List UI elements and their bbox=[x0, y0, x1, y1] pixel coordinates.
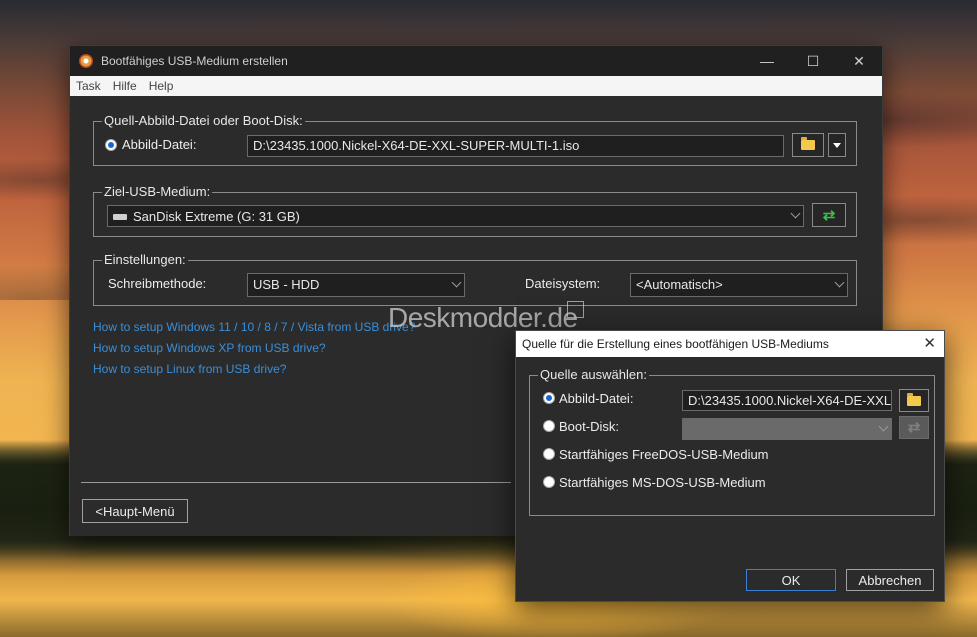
chevron-down-icon bbox=[878, 421, 889, 432]
refresh-icon: ⇄ bbox=[822, 206, 836, 224]
option-freedos-radio[interactable] bbox=[543, 448, 555, 460]
source-group: Quell-Abbild-Datei oder Boot-Disk: Abbil… bbox=[93, 113, 857, 166]
dropdown-arrow-icon bbox=[833, 142, 841, 148]
link-setup-windows-xp[interactable]: How to setup Windows XP from USB drive? bbox=[93, 341, 326, 355]
browse-image-button[interactable] bbox=[792, 133, 824, 157]
window-title: Bootfähiges USB-Medium erstellen bbox=[101, 54, 288, 68]
target-group-label: Ziel-USB-Medium: bbox=[102, 184, 213, 199]
source-group-label: Quell-Abbild-Datei oder Boot-Disk: bbox=[102, 113, 305, 128]
settings-group-label: Einstellungen: bbox=[102, 252, 188, 267]
link-setup-windows-11[interactable]: How to setup Windows 11 / 10 / 8 / 7 / V… bbox=[93, 320, 415, 334]
menu-help[interactable]: Help bbox=[149, 79, 174, 93]
maximize-icon: ☐ bbox=[806, 52, 820, 69]
minimize-icon: — bbox=[760, 53, 774, 69]
menu-bar: Task Hilfe Help bbox=[70, 76, 882, 96]
write-method-label: Schreibmethode: bbox=[108, 276, 207, 291]
option-image-file-radio[interactable] bbox=[543, 392, 555, 404]
chevron-down-icon bbox=[834, 277, 845, 288]
option-freedos-label: Startfähiges FreeDOS-USB-Medium bbox=[559, 447, 769, 462]
dialog-browse-button[interactable] bbox=[899, 389, 929, 412]
target-drive-value: SanDisk Extreme (G: 31 GB) bbox=[133, 209, 300, 224]
write-method-select[interactable]: USB - HDD bbox=[247, 273, 465, 297]
bottom-separator bbox=[81, 482, 511, 483]
source-image-radio[interactable] bbox=[105, 139, 117, 151]
dialog-ok-button[interactable]: OK bbox=[746, 569, 836, 591]
dialog-boot-disk-select[interactable] bbox=[682, 418, 892, 440]
option-boot-disk-label: Boot-Disk: bbox=[559, 419, 619, 434]
option-image-file-label: Abbild-Datei: bbox=[559, 391, 634, 406]
source-image-label: Abbild-Datei: bbox=[122, 137, 197, 152]
settings-group: Einstellungen: Schreibmethode: USB - HDD… bbox=[93, 252, 857, 306]
source-select-group: Quelle auswählen: Abbild-Datei: D:\23435… bbox=[529, 367, 935, 516]
refresh-drives-button[interactable]: ⇄ bbox=[812, 203, 846, 227]
filesystem-label: Dateisystem: bbox=[525, 276, 601, 291]
image-options-dropdown-button[interactable] bbox=[828, 133, 846, 157]
minimize-button[interactable]: — bbox=[744, 46, 790, 76]
close-button[interactable]: ✕ bbox=[836, 46, 882, 76]
source-dialog: Quelle für die Erstellung eines bootfähi… bbox=[515, 330, 945, 602]
dialog-cancel-button[interactable]: Abbrechen bbox=[846, 569, 934, 591]
usb-drive-icon bbox=[113, 213, 127, 220]
dialog-title: Quelle für die Erstellung eines bootfähi… bbox=[522, 337, 829, 351]
image-path-field[interactable]: D:\23435.1000.Nickel-X64-DE-XXL-SUPER-MU… bbox=[247, 135, 784, 157]
dialog-close-button[interactable]: ✕ bbox=[923, 334, 936, 352]
option-boot-disk-radio[interactable] bbox=[543, 420, 555, 432]
link-setup-linux[interactable]: How to setup Linux from USB drive? bbox=[93, 362, 286, 376]
target-group: Ziel-USB-Medium: SanDisk Extreme (G: 31 … bbox=[93, 184, 857, 237]
folder-icon bbox=[801, 137, 815, 150]
option-msdos-radio[interactable] bbox=[543, 476, 555, 488]
dialog-refresh-button[interactable]: ⇄ bbox=[899, 416, 929, 439]
menu-hilfe[interactable]: Hilfe bbox=[113, 79, 137, 93]
folder-icon bbox=[907, 392, 921, 406]
target-drive-select[interactable]: SanDisk Extreme (G: 31 GB) bbox=[107, 205, 804, 227]
dialog-title-bar[interactable]: Quelle für die Erstellung eines bootfähi… bbox=[516, 331, 944, 357]
refresh-icon: ⇄ bbox=[907, 419, 921, 436]
title-bar[interactable]: Bootfähiges USB-Medium erstellen — ☐ ✕ bbox=[70, 46, 882, 76]
app-icon bbox=[79, 54, 93, 68]
filesystem-select[interactable]: <Automatisch> bbox=[630, 273, 848, 297]
watermark-pen-icon bbox=[567, 301, 584, 318]
filesystem-value: <Automatisch> bbox=[636, 277, 723, 292]
dialog-image-path-field[interactable]: D:\23435.1000.Nickel-X64-DE-XXL- bbox=[682, 390, 892, 411]
source-select-group-label: Quelle auswählen: bbox=[538, 367, 649, 382]
option-msdos-label: Startfähiges MS-DOS-USB-Medium bbox=[559, 475, 766, 490]
write-method-value: USB - HDD bbox=[253, 277, 320, 292]
chevron-down-icon bbox=[790, 208, 801, 219]
chevron-down-icon bbox=[451, 277, 462, 288]
menu-task[interactable]: Task bbox=[76, 79, 101, 93]
main-menu-button[interactable]: <Haupt-Menü bbox=[82, 499, 188, 523]
maximize-button[interactable]: ☐ bbox=[790, 46, 836, 76]
close-icon: ✕ bbox=[853, 52, 865, 69]
